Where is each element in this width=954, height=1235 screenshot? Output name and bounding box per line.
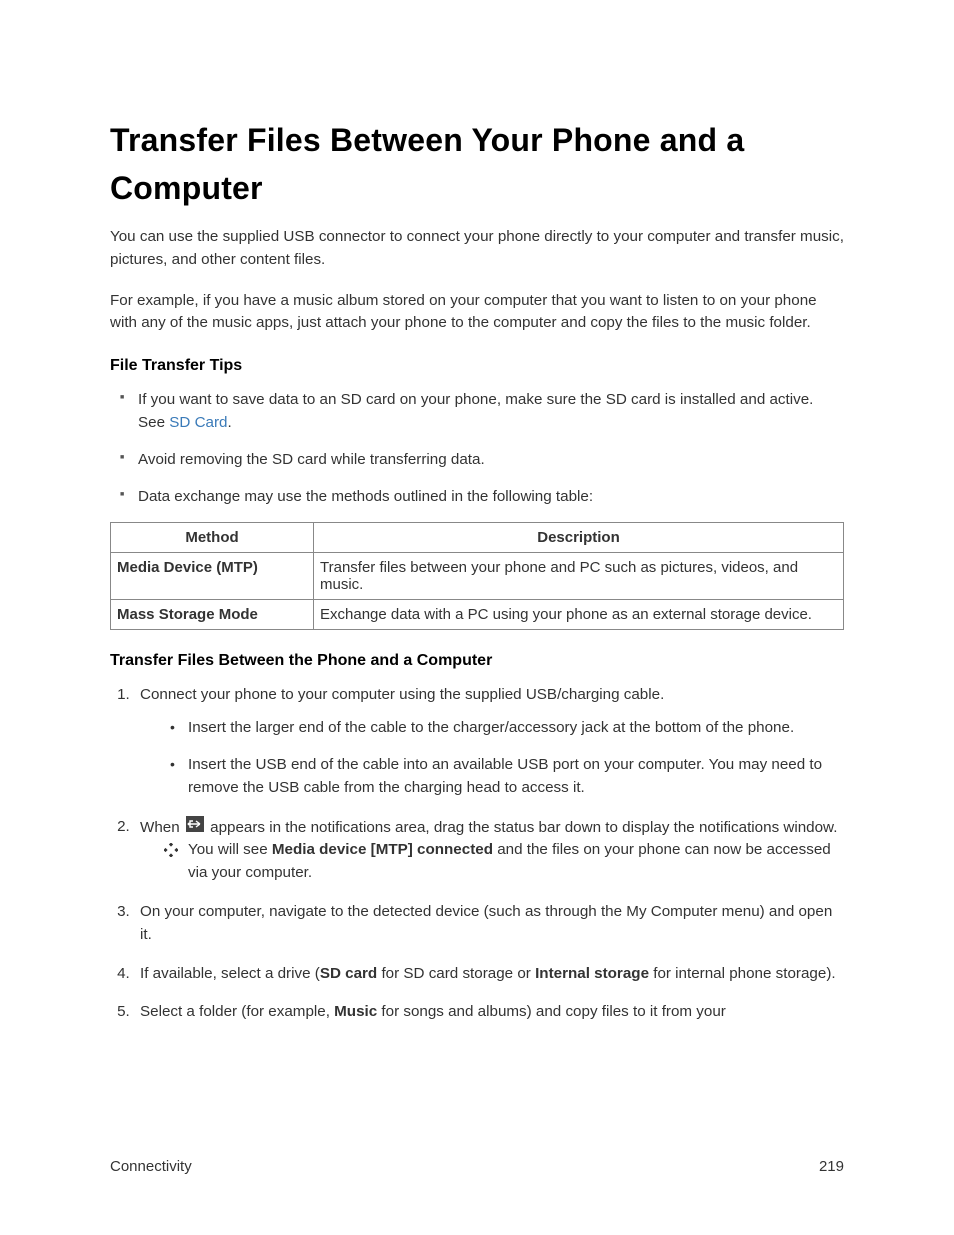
note-text-a: You will see: [188, 841, 272, 858]
step-5-a: Select a folder (for example,: [140, 1003, 334, 1020]
table-row: Media Device (MTP) Transfer files betwee…: [111, 553, 844, 600]
step-4-c: for internal phone storage).: [649, 965, 836, 982]
step-5-b: for songs and albums) and copy files to …: [377, 1003, 726, 1020]
page-title: Transfer Files Between Your Phone and a …: [110, 116, 844, 212]
tip-item-3: Data exchange may use the methods outlin…: [138, 486, 844, 509]
tip-text: If you want to save data to an SD card o…: [138, 391, 813, 431]
step-1: Connect your phone to your computer usin…: [134, 684, 844, 799]
footer-page-number: 219: [819, 1158, 844, 1175]
transfer-steps-heading: Transfer Files Between the Phone and a C…: [110, 652, 844, 670]
footer-section: Connectivity: [110, 1158, 192, 1175]
file-transfer-tips-heading: File Transfer Tips: [110, 357, 844, 375]
step-1-sub-2: Insert the USB end of the cable into an …: [188, 754, 844, 800]
step-4-bold1: SD card: [320, 965, 377, 982]
step-2: When appears in the notifications area, …: [134, 816, 844, 885]
step-4-bold2: Internal storage: [535, 965, 649, 982]
table-cell-method: Mass Storage Mode: [111, 600, 314, 630]
table-header-description: Description: [314, 523, 844, 553]
step-3: On your computer, navigate to the detect…: [134, 901, 844, 947]
note-content: You will see Media device [MTP] connecte…: [188, 839, 844, 885]
table-cell-method: Media Device (MTP): [111, 553, 314, 600]
note-bold: Media device [MTP] connected: [272, 841, 493, 858]
table-row: Mass Storage Mode Exchange data with a P…: [111, 600, 844, 630]
intro-paragraph-2: For example, if you have a music album s…: [110, 290, 844, 336]
table-header-method: Method: [111, 523, 314, 553]
tip-item-2: Avoid removing the SD card while transfe…: [138, 449, 844, 472]
table-cell-desc: Exchange data with a PC using your phone…: [314, 600, 844, 630]
step-5-bold: Music: [334, 1003, 377, 1020]
methods-table: Method Description Media Device (MTP) Tr…: [110, 522, 844, 630]
step-1-sub-1: Insert the larger end of the cable to th…: [188, 717, 844, 740]
step-4-a: If available, select a drive (: [140, 965, 320, 982]
step-text-b: appears in the notifications area, drag …: [206, 818, 838, 835]
step-5: Select a folder (for example, Music for …: [134, 1001, 844, 1024]
steps-list: Connect your phone to your computer usin…: [110, 684, 844, 1024]
diamond-bullet-icon: [164, 842, 178, 865]
step-4-b: for SD card storage or: [377, 965, 535, 982]
page-footer: Connectivity 219: [110, 1158, 844, 1175]
tip-text-end: .: [228, 414, 232, 431]
step-text-a: When: [140, 818, 184, 835]
usb-notification-icon: [186, 816, 204, 840]
intro-paragraph-1: You can use the supplied USB connector t…: [110, 226, 844, 272]
tips-list: If you want to save data to an SD card o…: [110, 389, 844, 508]
step-2-note: You will see Media device [MTP] connecte…: [164, 839, 844, 885]
sd-card-link[interactable]: SD Card: [169, 414, 227, 431]
step-1-sublist: Insert the larger end of the cable to th…: [140, 717, 844, 799]
tip-item-1: If you want to save data to an SD card o…: [138, 389, 844, 435]
table-cell-desc: Transfer files between your phone and PC…: [314, 553, 844, 600]
step-text: Connect your phone to your computer usin…: [140, 686, 664, 703]
step-4: If available, select a drive (SD card fo…: [134, 963, 844, 986]
